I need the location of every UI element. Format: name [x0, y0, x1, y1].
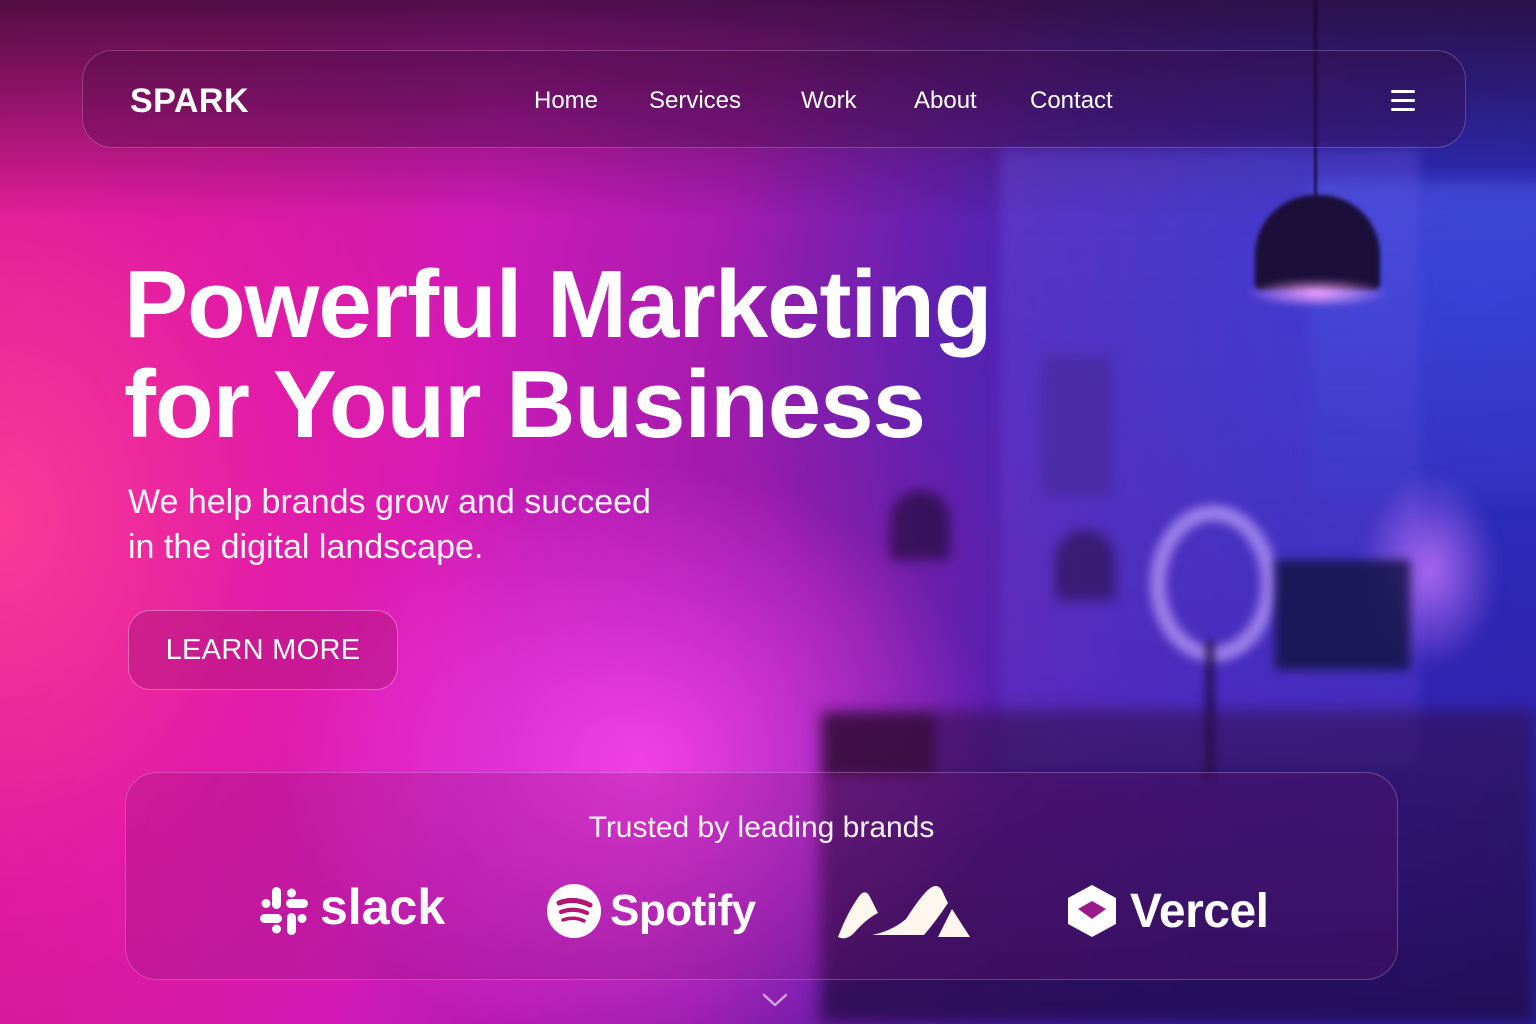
slack-logo-icon	[260, 887, 308, 935]
vercel-logo-icon	[1068, 885, 1116, 937]
background-desk-lamp-2	[1055, 530, 1115, 600]
nav-link-contact[interactable]: Contact	[1030, 87, 1113, 115]
brand-slack: slack	[258, 879, 446, 941]
hero-subtitle-line-1: We help brands grow and succeed	[128, 483, 651, 521]
hero-subtitle: We help brands grow and succeed in the d…	[128, 480, 828, 570]
hero-subtitle-line-2: in the digital landscape.	[128, 528, 484, 566]
background-ring-light	[1150, 505, 1277, 662]
chevron-down-icon[interactable]	[762, 992, 788, 1008]
nav-link-work[interactable]: Work	[801, 87, 857, 115]
hero-title: Powerful Marketing for Your Business	[124, 255, 1124, 455]
background-desk-lamp	[890, 490, 950, 560]
background-monitor	[1275, 560, 1410, 670]
nav-links: Home Services Work About Contact	[83, 51, 1467, 149]
brand-spotify: Spotify	[546, 881, 756, 941]
learn-more-button[interactable]: LEARN MORE	[128, 610, 398, 690]
brand-mountain-logo	[836, 881, 972, 941]
brand-vercel: Vercel	[1066, 881, 1269, 941]
background-chair	[825, 715, 935, 775]
hamburger-menu-icon[interactable]	[1389, 87, 1417, 113]
spotify-logo-icon	[547, 884, 601, 938]
hero-title-line-2: for Your Business	[124, 351, 926, 458]
mountain-peaks-logo-icon	[838, 886, 970, 939]
brand-name-slack: slack	[320, 879, 446, 935]
navbar: SPARK Home Services Work About Contact	[82, 50, 1466, 148]
nav-link-about[interactable]: About	[914, 87, 977, 115]
nav-link-home[interactable]: Home	[534, 87, 598, 115]
brand-name-spotify: Spotify	[610, 886, 756, 935]
trusted-brands-panel: Trusted by leading brands slack Spotify	[125, 772, 1398, 980]
trusted-title: Trusted by leading brands	[588, 811, 935, 844]
hero-title-line-1: Powerful Marketing	[124, 251, 992, 358]
background-lamp-glow	[1245, 278, 1390, 308]
brand-name-vercel: Vercel	[1130, 884, 1269, 938]
nav-link-services[interactable]: Services	[649, 87, 741, 115]
